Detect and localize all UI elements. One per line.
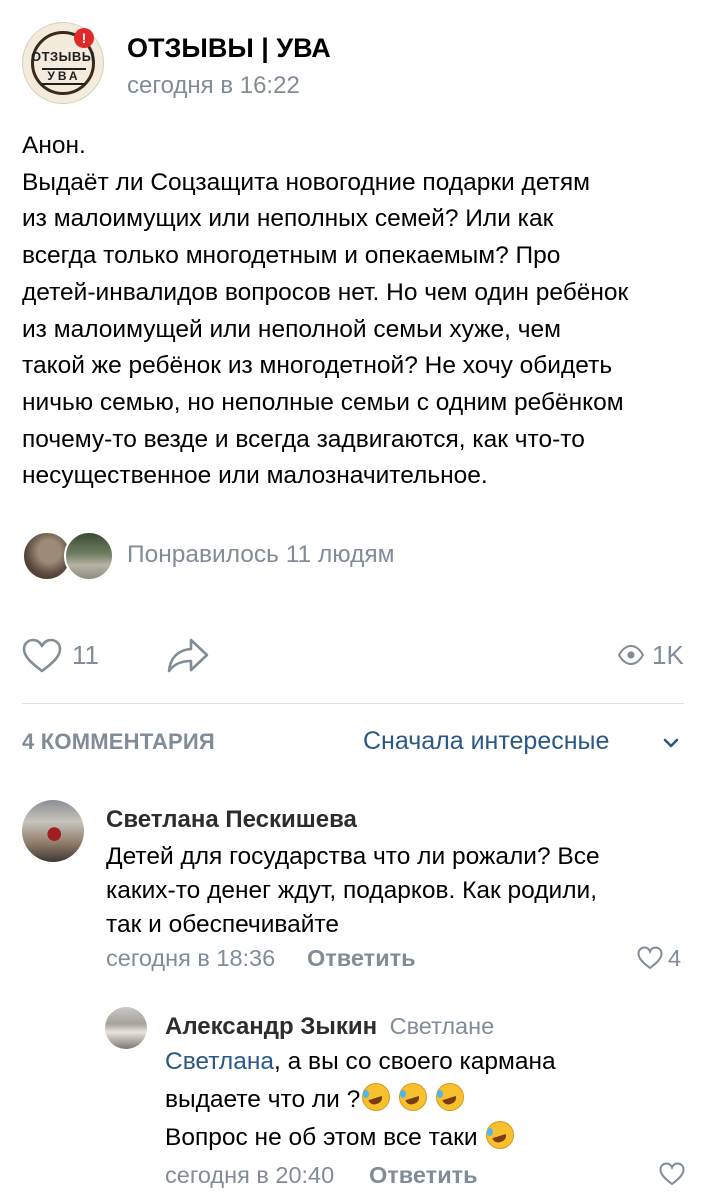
comment-text: Светлана, а вы со своего кармана выдаете… [165, 1045, 685, 1155]
views-count: 1K [652, 640, 684, 670]
comment-author[interactable]: Александр Зыкин [165, 1013, 377, 1040]
heart-icon[interactable] [22, 638, 62, 674]
comment-line-text: , а вы со своего кармана [274, 1048, 556, 1075]
rofl-emoji-icon [435, 1083, 464, 1111]
group-name[interactable]: ОТЗЫВЫ | УВА [127, 33, 331, 64]
heart-icon[interactable] [659, 1162, 685, 1186]
comment-line: Вопрос не об этом все таки [165, 1121, 685, 1155]
comments-count: 4 КОММЕНТАРИЯ [22, 729, 215, 754]
comment-line-text: Вопрос не об этом все таки [165, 1124, 485, 1151]
avatar-logo-bottom: УВА [42, 68, 86, 85]
comment-line: выдаете что ли ? [165, 1083, 685, 1117]
share-icon[interactable] [166, 636, 210, 674]
comment-line: Светлана, а вы со своего кармана [165, 1045, 685, 1079]
comment-time[interactable]: сегодня в 20:40 [165, 1162, 334, 1189]
like-count: 11 [72, 640, 99, 670]
comment-header: Александр Зыкин Светлане [165, 1013, 494, 1041]
comment-text: Детей для государства что ли рожали? Все… [106, 843, 600, 938]
comment-avatar[interactable] [22, 800, 84, 862]
post-text: Анон. Выдаёт ли Соцзащита новогодние под… [22, 132, 629, 490]
notification-badge: ! [74, 28, 94, 48]
comment-line-text: выдаете что ли ? [165, 1086, 361, 1113]
sort-dropdown[interactable]: Сначала интересные [363, 727, 609, 756]
reply-to[interactable]: Светлане [390, 1013, 495, 1039]
comment-avatar[interactable] [105, 1007, 147, 1049]
liker-avatar[interactable] [64, 531, 114, 581]
avatar-logo-top: ОТЗЫВЫ [30, 49, 96, 64]
liked-by-text[interactable]: Понравилось 11 людям [127, 541, 395, 569]
reply-button[interactable]: Ответить [307, 945, 416, 972]
divider [22, 703, 684, 704]
post-time[interactable]: сегодня в 16:22 [127, 72, 300, 100]
eye-icon [618, 645, 644, 665]
rofl-emoji-icon [362, 1083, 391, 1111]
rofl-emoji-icon [486, 1121, 515, 1149]
comment-time[interactable]: сегодня в 18:36 [106, 945, 275, 972]
comment-like-count: 4 [668, 945, 682, 971]
reply-button[interactable]: Ответить [369, 1162, 478, 1189]
comment-author[interactable]: Светлана Пескишева [106, 806, 357, 834]
heart-icon[interactable] [637, 946, 663, 970]
chevron-down-icon[interactable] [661, 733, 681, 753]
mention-link[interactable]: Светлана [165, 1048, 274, 1075]
rofl-emoji-icon [399, 1083, 428, 1111]
